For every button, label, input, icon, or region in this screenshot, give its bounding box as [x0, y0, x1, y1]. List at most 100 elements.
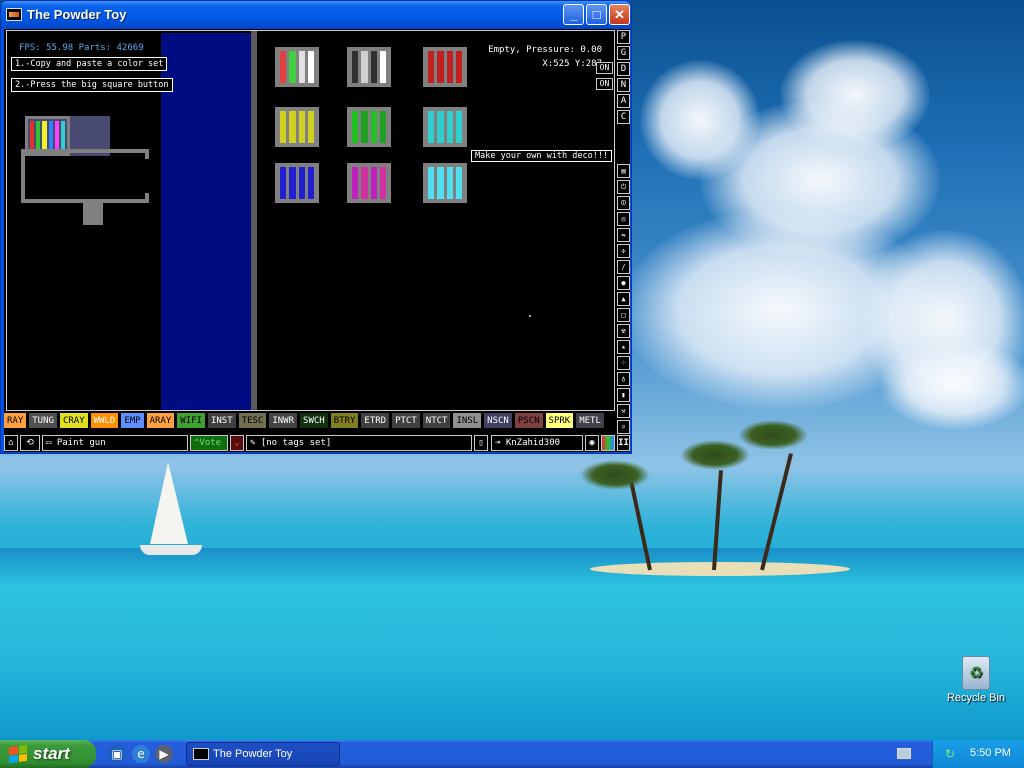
recycle-bin-desktop-icon[interactable]: ♻ Recycle Bin: [944, 656, 1008, 704]
clear-sim-icon[interactable]: ▯: [474, 435, 488, 451]
color-swatch[interactable]: [275, 163, 319, 203]
on-toggle-2[interactable]: ON: [596, 78, 613, 90]
bulb-icon[interactable]: ♁: [617, 372, 630, 386]
rainbow-bar: [54, 121, 59, 151]
swatch-stripe: [455, 167, 462, 199]
vote-up-button[interactable]: ⌃Vote: [190, 435, 228, 451]
swatch-stripe: [307, 111, 314, 143]
taskbar-item-powder-toy[interactable]: The Powder Toy: [186, 742, 340, 766]
show-desktop-icon[interactable]: ▣: [108, 745, 126, 763]
media-player-icon[interactable]: ▶: [155, 745, 173, 763]
element-ntct[interactable]: NTCT: [422, 413, 451, 428]
electronic-icon[interactable]: ⏻: [617, 180, 630, 194]
color-swatch[interactable]: [423, 47, 467, 87]
swatch-stripe: [379, 51, 386, 83]
liquid-icon[interactable]: ●: [617, 276, 630, 290]
open-icon[interactable]: ⌂: [4, 435, 18, 451]
special-icon[interactable]: ✣: [617, 244, 630, 258]
swatch-stripe: [361, 51, 368, 83]
dots-icon[interactable]: ⁘: [617, 356, 630, 370]
color-swatch[interactable]: [347, 47, 391, 87]
swatch-stripe: [352, 167, 359, 199]
swatch-stripe: [446, 167, 453, 199]
internet-explorer-icon[interactable]: e: [132, 745, 150, 763]
element-wwld[interactable]: WWLD: [90, 413, 119, 428]
blue-region: [161, 33, 251, 410]
on-toggle-1[interactable]: ON: [596, 62, 613, 74]
color-swatch[interactable]: [275, 107, 319, 147]
pause-button[interactable]: II: [617, 435, 630, 451]
gas-icon[interactable]: ▲: [617, 292, 630, 306]
bookmark-icon[interactable]: ▮: [617, 388, 630, 402]
swatch-stripe: [298, 111, 305, 143]
element-wifi[interactable]: WIFI: [177, 413, 205, 428]
wall-icon[interactable]: □: [617, 308, 630, 322]
network-icon[interactable]: ↻: [945, 747, 959, 761]
swatch-stripe: [370, 167, 377, 199]
color-swatch[interactable]: [347, 163, 391, 203]
swatch-stripe: [370, 51, 377, 83]
view-mode-d[interactable]: D: [617, 62, 630, 76]
maximize-button[interactable]: □: [586, 4, 607, 25]
window-titlebar[interactable]: The Powder Toy _ □ ✕: [1, 1, 631, 29]
pipe-right-top: [145, 149, 149, 159]
tags-field[interactable]: ✎ [no tags set]: [246, 435, 472, 451]
element-btry[interactable]: BTRY: [330, 413, 359, 428]
start-button[interactable]: start: [0, 740, 96, 768]
element-emp[interactable]: EMP: [121, 413, 144, 428]
tools-icon[interactable]: ⇋: [617, 228, 630, 242]
element-ray[interactable]: RAY: [4, 413, 27, 428]
keyboard-icon[interactable]: [897, 748, 911, 759]
view-mode-a[interactable]: A: [617, 94, 630, 108]
force-icon[interactable]: ◎: [617, 212, 630, 226]
swatch-stripe: [352, 51, 359, 83]
rainbow-bar: [36, 121, 41, 151]
fps-counter: FPS: 55.98 Parts: 42669: [19, 43, 144, 53]
element-aray[interactable]: ARAY: [146, 413, 175, 428]
radioactive-icon[interactable]: ☢: [617, 324, 630, 338]
element-tesc[interactable]: TESC: [238, 413, 267, 428]
element-insl[interactable]: INSL: [453, 413, 482, 428]
pressure-readout: Empty, Pressure: 0.00 X:525 Y:287: [488, 43, 602, 71]
render-options-icon[interactable]: [601, 435, 615, 451]
minimize-button[interactable]: _: [563, 4, 584, 25]
element-swch[interactable]: SWCH: [300, 413, 328, 428]
game-client-area: FPS: 55.98 Parts: 42669 1.-Copy and past…: [4, 29, 630, 452]
color-swatch[interactable]: [347, 107, 391, 147]
element-inwr[interactable]: INWR: [269, 413, 298, 428]
solid-icon[interactable]: /: [617, 260, 630, 274]
element-metl[interactable]: METL: [576, 413, 604, 428]
swatch-stripe: [428, 167, 435, 199]
view-mode-p[interactable]: P: [617, 30, 630, 44]
menu-icon[interactable]: ▤: [617, 164, 630, 178]
element-etrd[interactable]: ETRD: [361, 413, 390, 428]
swatch-stripe: [280, 111, 287, 143]
save-name-field[interactable]: ▭ Paint gun: [42, 435, 188, 451]
swatch-stripe: [370, 111, 377, 143]
element-pscn[interactable]: PSCN: [514, 413, 543, 428]
color-swatch[interactable]: [423, 107, 467, 147]
element-sprk[interactable]: SPRK: [545, 413, 574, 428]
element-nscn[interactable]: NSCN: [484, 413, 512, 428]
element-inst[interactable]: INST: [207, 413, 236, 428]
vote-down-button[interactable]: ⌄: [230, 435, 244, 451]
color-swatch[interactable]: [275, 47, 319, 87]
element-cray[interactable]: CRAY: [59, 413, 88, 428]
simulation-canvas[interactable]: FPS: 55.98 Parts: 42669 1.-Copy and past…: [6, 30, 615, 411]
power-icon[interactable]: ⏼: [617, 196, 630, 210]
login-button[interactable]: ⊸ KnZahid300: [491, 435, 583, 451]
color-swatch[interactable]: [423, 163, 467, 203]
view-mode-c[interactable]: C: [617, 110, 630, 124]
element-ptct[interactable]: PTCT: [392, 413, 420, 428]
recycle-bin-label: Recycle Bin: [946, 692, 1006, 704]
search-icon[interactable]: ⌕: [617, 420, 630, 434]
swatch-stripe: [352, 111, 359, 143]
tool-icon[interactable]: ⚒: [617, 404, 630, 418]
star-icon[interactable]: ★: [617, 340, 630, 354]
view-mode-g[interactable]: G: [617, 46, 630, 60]
reload-icon[interactable]: ⟲: [20, 435, 40, 451]
element-tung[interactable]: TUNG: [29, 413, 57, 428]
view-mode-n[interactable]: N: [617, 78, 630, 92]
settings-icon[interactable]: ◉: [585, 435, 599, 451]
close-button[interactable]: ✕: [609, 4, 630, 25]
